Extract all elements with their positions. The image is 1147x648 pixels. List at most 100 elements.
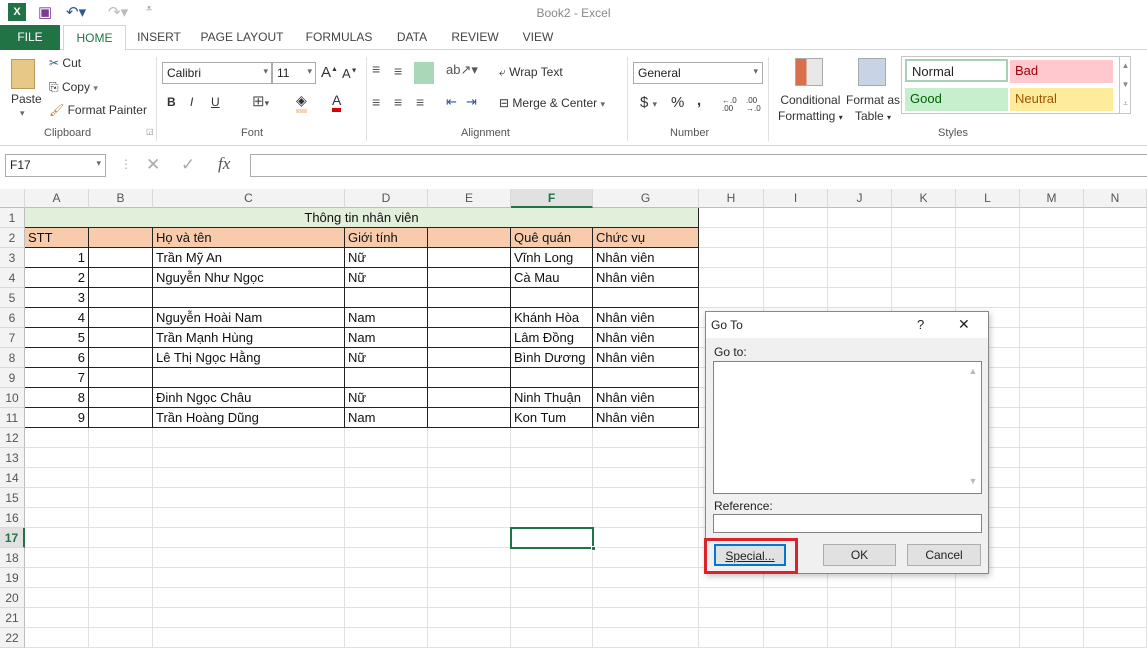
cell-C3[interactable]: Trần Mỹ An: [153, 248, 345, 268]
tab-view[interactable]: VIEW: [516, 25, 560, 50]
column-header-B[interactable]: B: [89, 189, 153, 208]
ok-button[interactable]: OK: [823, 544, 896, 566]
cell-D20[interactable]: [345, 588, 428, 608]
comma-button[interactable]: ,: [697, 92, 701, 109]
cell-E21[interactable]: [428, 608, 511, 628]
cell-N2[interactable]: [1084, 228, 1147, 248]
clipboard-launcher-icon[interactable]: ◲: [146, 127, 154, 136]
column-header-N[interactable]: N: [1084, 189, 1147, 208]
italic-button[interactable]: I: [190, 95, 193, 109]
cancel-icon[interactable]: ✕: [146, 155, 160, 175]
cell-A19[interactable]: [25, 568, 89, 588]
cell-F4[interactable]: Cà Mau: [511, 268, 593, 288]
cell-A1[interactable]: Thông tin nhân viên: [25, 208, 699, 228]
cell-F19[interactable]: [511, 568, 593, 588]
cell-N16[interactable]: [1084, 508, 1147, 528]
cell-A15[interactable]: [25, 488, 89, 508]
paste-button[interactable]: Paste: [11, 92, 42, 106]
grow-font-icon[interactable]: A▲: [321, 64, 338, 81]
cell-M7[interactable]: [1020, 328, 1084, 348]
cell-G16[interactable]: [593, 508, 699, 528]
cell-A13[interactable]: [25, 448, 89, 468]
cell-D12[interactable]: [345, 428, 428, 448]
middle-align-icon[interactable]: ≡: [394, 63, 402, 79]
cell-F14[interactable]: [511, 468, 593, 488]
row-header-9[interactable]: 9: [0, 368, 25, 388]
cell-A6[interactable]: 4: [25, 308, 89, 328]
cell-J3[interactable]: [828, 248, 892, 268]
cell-N18[interactable]: [1084, 548, 1147, 568]
tab-review[interactable]: REVIEW: [446, 25, 504, 50]
cancel-button[interactable]: Cancel: [907, 544, 981, 566]
cell-L5[interactable]: [956, 288, 1020, 308]
help-button[interactable]: ?: [917, 317, 924, 332]
cell-I5[interactable]: [764, 288, 828, 308]
cell-D13[interactable]: [345, 448, 428, 468]
column-header-L[interactable]: L: [956, 189, 1020, 208]
cell-B18[interactable]: [89, 548, 153, 568]
cell-D11[interactable]: Nam: [345, 408, 428, 428]
cell-N12[interactable]: [1084, 428, 1147, 448]
cell-B8[interactable]: [89, 348, 153, 368]
cell-F6[interactable]: Khánh Hòa: [511, 308, 593, 328]
cell-K20[interactable]: [892, 588, 956, 608]
cell-M12[interactable]: [1020, 428, 1084, 448]
cell-H3[interactable]: [699, 248, 764, 268]
cell-N9[interactable]: [1084, 368, 1147, 388]
style-normal[interactable]: Normal: [905, 59, 1008, 82]
cell-N4[interactable]: [1084, 268, 1147, 288]
insert-function-icon[interactable]: fx: [218, 154, 230, 174]
row-header-19[interactable]: 19: [0, 568, 25, 588]
cell-C8[interactable]: Lê Thị Ngọc Hằng: [153, 348, 345, 368]
row-header-7[interactable]: 7: [0, 328, 25, 348]
center-icon[interactable]: ≡: [394, 94, 402, 110]
row-header-10[interactable]: 10: [0, 388, 25, 408]
cell-C17[interactable]: [153, 528, 345, 548]
row-header-20[interactable]: 20: [0, 588, 25, 608]
cell-D19[interactable]: [345, 568, 428, 588]
cell-J21[interactable]: [828, 608, 892, 628]
cell-J5[interactable]: [828, 288, 892, 308]
row-header-5[interactable]: 5: [0, 288, 25, 308]
increase-indent-icon[interactable]: ⇥: [466, 94, 477, 110]
cell-L20[interactable]: [956, 588, 1020, 608]
cell-N7[interactable]: [1084, 328, 1147, 348]
cell-N19[interactable]: [1084, 568, 1147, 588]
cell-A4[interactable]: 2: [25, 268, 89, 288]
cell-B2[interactable]: [89, 228, 153, 248]
row-header-6[interactable]: 6: [0, 308, 25, 328]
cell-D5[interactable]: [345, 288, 428, 308]
cell-A18[interactable]: [25, 548, 89, 568]
cell-N11[interactable]: [1084, 408, 1147, 428]
row-header-14[interactable]: 14: [0, 468, 25, 488]
increase-decimal-button[interactable]: ←.0 .00: [722, 97, 740, 113]
cell-B4[interactable]: [89, 268, 153, 288]
cell-N20[interactable]: [1084, 588, 1147, 608]
cell-G22[interactable]: [593, 628, 699, 648]
cell-D14[interactable]: [345, 468, 428, 488]
format-painter-button[interactable]: 🖌 Format Painter: [49, 103, 147, 117]
formula-input[interactable]: [250, 154, 1147, 177]
cell-G17[interactable]: [593, 528, 699, 548]
cell-M1[interactable]: [1020, 208, 1084, 228]
fill-color-icon[interactable]: ◈: [296, 92, 307, 113]
reference-input[interactable]: [713, 514, 982, 533]
orientation-icon[interactable]: ab↗▾: [446, 62, 478, 78]
style-neutral[interactable]: Neutral: [1010, 88, 1113, 111]
row-header-13[interactable]: 13: [0, 448, 25, 468]
cell-B7[interactable]: [89, 328, 153, 348]
cell-E16[interactable]: [428, 508, 511, 528]
cell-F8[interactable]: Bình Dương: [511, 348, 593, 368]
cell-C5[interactable]: [153, 288, 345, 308]
cell-K22[interactable]: [892, 628, 956, 648]
cell-A10[interactable]: 8: [25, 388, 89, 408]
number-format-select[interactable]: General ▾: [633, 62, 763, 84]
cell-G8[interactable]: Nhân viên: [593, 348, 699, 368]
cell-E14[interactable]: [428, 468, 511, 488]
cell-B5[interactable]: [89, 288, 153, 308]
cell-D10[interactable]: Nữ: [345, 388, 428, 408]
align-left-icon[interactable]: ≡: [372, 94, 380, 110]
close-button[interactable]: ✕: [958, 316, 970, 333]
cell-H20[interactable]: [699, 588, 764, 608]
cell-D4[interactable]: Nữ: [345, 268, 428, 288]
